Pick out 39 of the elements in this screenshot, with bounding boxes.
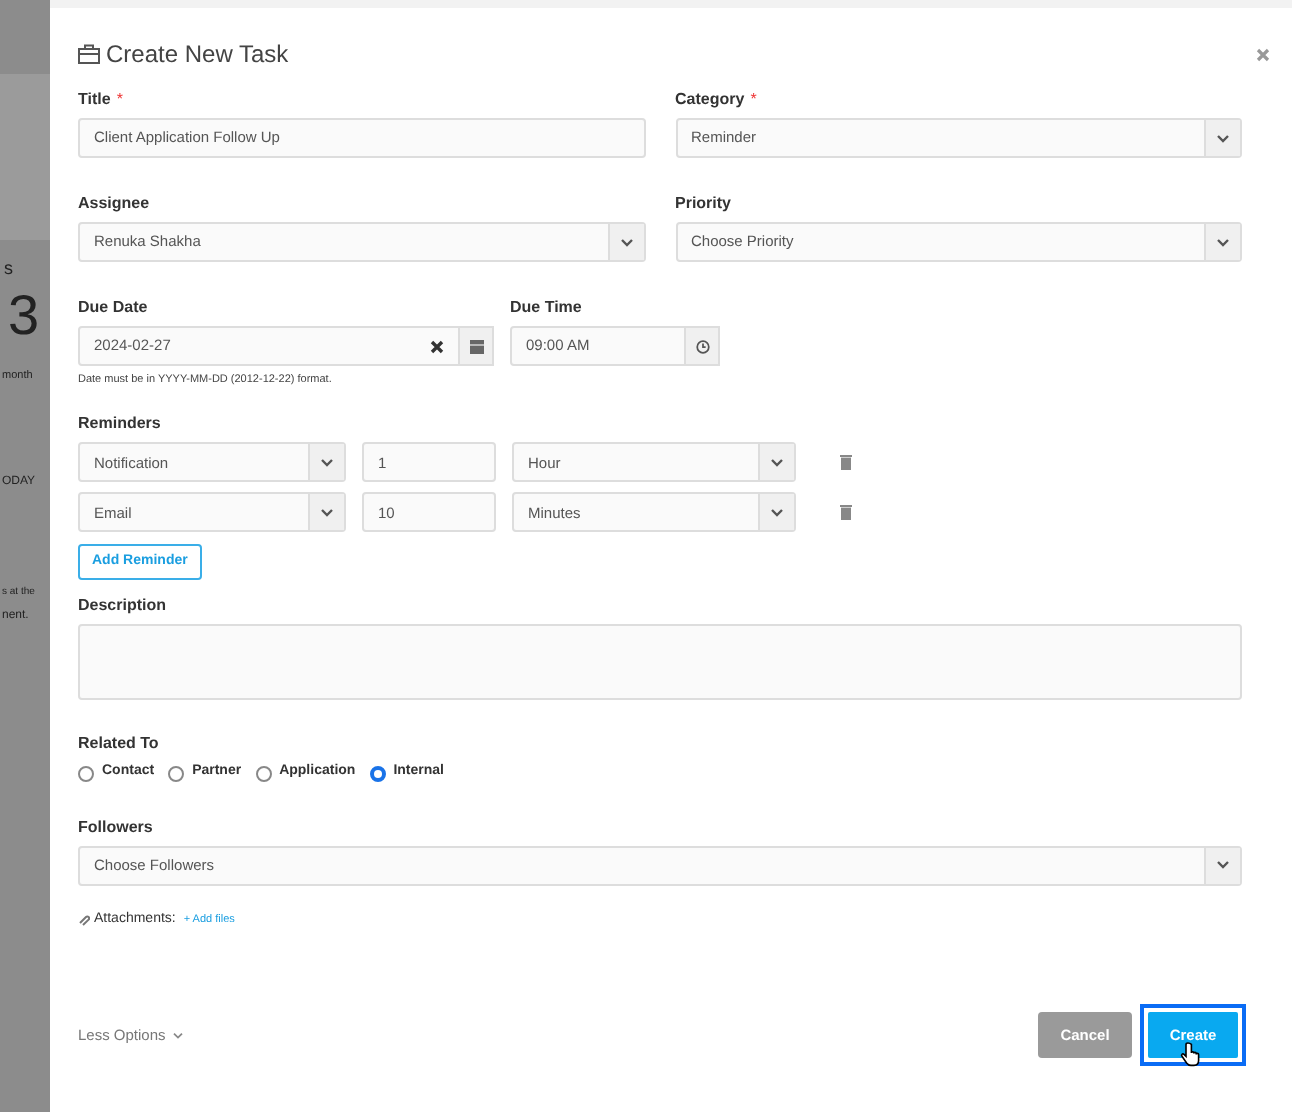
chevron-down-icon [320,457,334,468]
radio-button[interactable] [369,765,386,781]
radio-button[interactable] [78,765,94,781]
required-mark: * [116,88,123,112]
chevron-down-icon [171,1031,184,1040]
clock-button[interactable] [686,326,720,366]
chevron-down-icon [770,507,784,518]
chevron-down-icon [1216,860,1230,871]
chevron-down-icon [619,237,633,247]
field-label: Description [78,594,167,619]
radio-button[interactable] [168,765,185,781]
background-text: s [4,256,13,282]
close-icon[interactable] [1256,47,1270,61]
field-label: Priority [675,192,732,216]
clear-icon[interactable] [430,339,444,353]
field-label: Related To [78,732,159,757]
field-label: Category [675,88,745,112]
briefcase-icon [78,44,100,64]
field-label: Followers [78,815,153,840]
dialog-title: Create New Task [106,38,289,72]
trash-icon[interactable] [840,454,852,471]
radio-button[interactable] [255,765,272,781]
calendar-icon [469,339,483,353]
field-label: Due Date [78,296,148,320]
calendar-button[interactable] [460,326,494,366]
field-label: Assignee [78,192,150,216]
clock-icon [695,339,709,353]
required-mark: * [750,88,757,112]
chevron-down-icon [1216,237,1230,247]
hand-cursor-icon [1180,1042,1200,1069]
field-label: Reminders [78,412,161,437]
trash-icon[interactable] [840,504,852,521]
chevron-down-icon [770,457,784,468]
chevron-down-icon [1216,133,1230,143]
field-label: Due Time [510,296,582,320]
field-label: Title [78,88,111,112]
paperclip-icon [78,914,90,926]
chevron-down-icon [320,507,334,518]
background-text: 3 [8,288,40,344]
